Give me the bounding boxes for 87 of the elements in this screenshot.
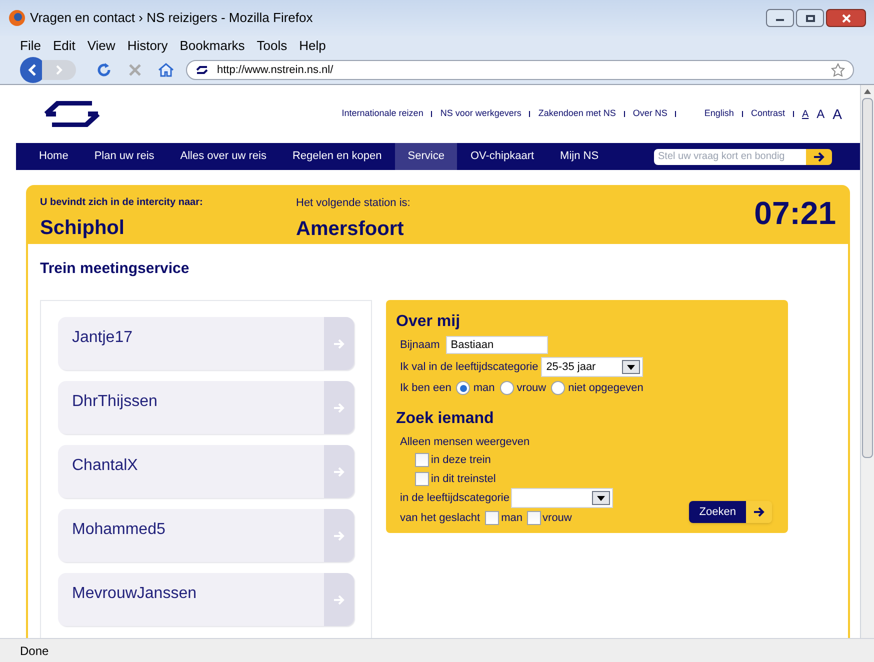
ns-logo <box>42 101 102 127</box>
checkbox-label: vrouw <box>542 511 572 526</box>
search-field[interactable]: Stel uw vraag kort en bondig <box>654 148 806 164</box>
person-card[interactable]: MevrouwJanssen <box>58 573 354 626</box>
field-label: van het geslacht <box>400 511 480 526</box>
top-link[interactable]: Over NS <box>632 107 668 121</box>
search-button[interactable] <box>806 148 832 164</box>
reload-icon[interactable] <box>96 62 112 78</box>
radio-label: man <box>473 381 495 396</box>
radio-label: vrouw <box>516 381 546 396</box>
arrow-icon <box>333 338 345 348</box>
nav-tab[interactable]: Mijn NS <box>547 143 612 170</box>
radio-button[interactable] <box>456 381 470 396</box>
forward-icon <box>55 65 63 75</box>
firefox-logo-icon <box>8 9 26 27</box>
clock: 07:21 <box>754 197 836 233</box>
top-link[interactable]: English <box>704 107 734 121</box>
nav-tab[interactable]: Alles over uw reis <box>167 143 280 170</box>
checkbox-label: man <box>501 511 523 526</box>
scroll-up-icon[interactable] <box>864 89 871 94</box>
checkbox[interactable] <box>526 511 541 526</box>
field-label: Alleen mensen weergeven <box>399 434 531 450</box>
font-size-link[interactable]: A <box>816 105 825 123</box>
section-title: Over mij <box>396 312 462 332</box>
top-link[interactable]: NS voor werkgevers <box>440 107 522 121</box>
checkbox[interactable] <box>415 472 429 486</box>
destination: Schiphol <box>40 216 126 241</box>
field-label: Ik ben een <box>400 381 452 396</box>
next-station-label: Het volgende station is: <box>296 196 410 211</box>
section-title: Zoek iemand <box>396 408 495 428</box>
field-label: Ik val in de leeftijdscategorie <box>400 360 538 375</box>
field-label: in de leeftijdscategorie <box>400 490 510 506</box>
caret-icon <box>597 496 606 500</box>
top-link[interactable]: Contrast <box>750 107 785 121</box>
top-link[interactable]: Zakendoen met NS <box>538 107 616 121</box>
window-title: Vragen en contact › NS reizigers - Mozilla Firefox <box>30 9 313 28</box>
menu-item[interactable]: View <box>87 36 116 56</box>
next-station: Amersfoort <box>296 216 405 242</box>
train-label: U bevindt zich in de intercity naar: <box>40 196 204 210</box>
menu-item[interactable]: File <box>20 36 41 56</box>
font-size-link[interactable]: A <box>802 106 809 122</box>
nav-tab[interactable]: Plan uw reis <box>81 143 168 170</box>
arrow-icon <box>333 530 345 540</box>
arrow-icon <box>333 594 345 604</box>
scrollbar[interactable] <box>860 85 874 638</box>
field-label: Bijnaam <box>400 338 440 353</box>
nav-tab[interactable]: Regelen en kopen <box>279 143 395 170</box>
star-icon[interactable] <box>831 63 845 77</box>
checkbox-label: in dit treinstel <box>431 472 496 486</box>
checkbox[interactable] <box>415 453 429 468</box>
menu-item[interactable]: History <box>127 36 168 56</box>
person-card[interactable]: Mohammed5 <box>58 509 354 562</box>
radio-button[interactable] <box>551 381 566 396</box>
close-button[interactable] <box>826 9 866 27</box>
checkbox[interactable] <box>485 511 500 526</box>
home-icon[interactable] <box>158 62 174 78</box>
top-link[interactable]: Internationale reizen <box>342 107 424 121</box>
menu-item[interactable]: Bookmarks <box>180 36 245 56</box>
menu-item[interactable]: Help <box>299 36 326 56</box>
page-heading: Trein meetingservice <box>40 258 190 278</box>
close-icon <box>842 14 850 22</box>
nickname-field[interactable]: Bastiaan <box>446 336 548 354</box>
person-card[interactable]: Jantje17 <box>58 317 354 370</box>
site-icon <box>195 65 209 75</box>
arrow-icon <box>333 402 345 412</box>
radio-label: niet opgegeven <box>568 381 644 396</box>
maximize-button[interactable] <box>796 9 824 27</box>
arrow-icon <box>753 507 765 518</box>
person-card[interactable]: ChantalX <box>58 445 354 498</box>
nav-tab[interactable]: Service <box>394 143 458 170</box>
menu-item[interactable]: Tools <box>256 36 288 56</box>
back-icon <box>27 64 39 76</box>
person-card[interactable]: DhrThijssen <box>58 381 354 434</box>
checkbox-label: in deze trein <box>431 453 491 468</box>
arrow-icon <box>333 466 345 476</box>
address-field[interactable]: http://www.nstrein.ns.nl/ <box>186 60 854 80</box>
font-size-link[interactable]: A <box>832 104 842 124</box>
arrow-icon <box>813 152 825 162</box>
caret-icon <box>627 364 636 370</box>
radio-button[interactable] <box>500 381 514 396</box>
nav-tab[interactable]: OV-chipkaart <box>457 143 548 170</box>
nav-tab[interactable]: Home <box>26 143 82 170</box>
minimize-button[interactable] <box>766 9 794 27</box>
dropdown[interactable]: 25-35 jaar <box>541 357 644 377</box>
status-text: Done <box>20 642 49 660</box>
menu-item[interactable]: Edit <box>52 36 76 56</box>
dropdown[interactable] <box>511 488 614 508</box>
